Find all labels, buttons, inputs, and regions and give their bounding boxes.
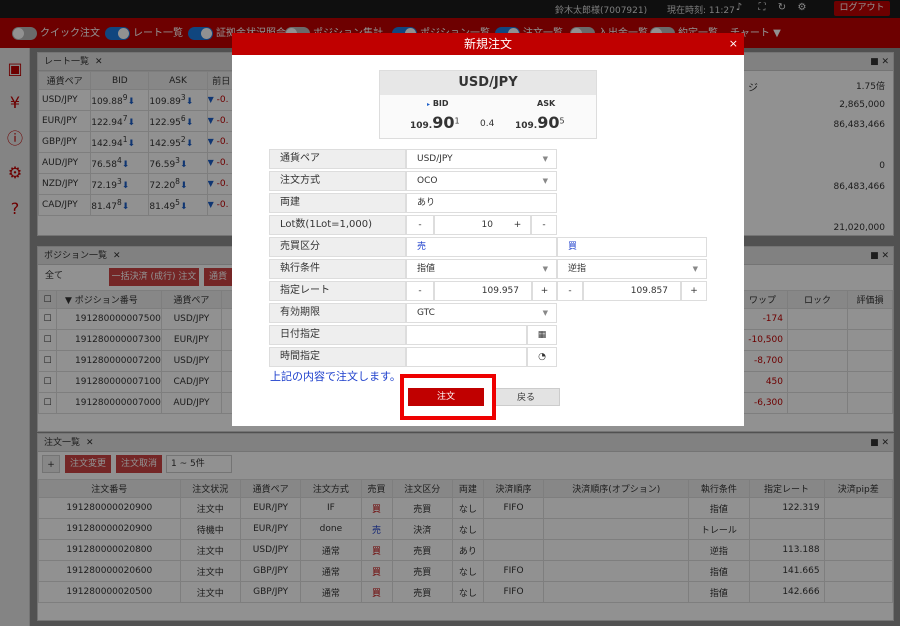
quote-box: USD/JPY ▸ BID ASK 109.901 0.4 109.905 [379,70,597,139]
condition-left-select[interactable]: 指値 ▼ [406,259,557,279]
field-label: 注文方式 [269,171,406,191]
caret-down-icon: ▼ [542,309,548,317]
row-currency-pair: 通貨ペア USD/JPY ▼ [269,149,557,169]
rate-right-minus-button[interactable]: - [557,281,583,301]
field-label: 日付指定 [269,325,406,345]
calendar-icon[interactable]: ▦ [527,325,557,345]
confirm-message: 上記の内容で注文します。 [270,370,401,383]
row-hedge: 両建 あり [269,193,557,213]
ask-price-big: 90 [537,113,560,132]
rate-left-plus-button[interactable]: + [532,281,557,301]
row-execution-condition: 執行条件 指値 ▼ 逆指 ▼ [269,259,707,279]
expiry-select[interactable]: GTC ▼ [406,303,557,323]
field-label: 指定レート [269,281,406,301]
currency-pair-select[interactable]: USD/JPY ▼ [406,149,557,169]
rate-left-minus-button[interactable]: - [406,281,434,301]
bid-price[interactable]: 109.901 [410,113,460,132]
rate-right-plus-button[interactable]: + [681,281,707,301]
field-label: 通貨ペア [269,149,406,169]
hedge-value[interactable]: あり [406,193,557,213]
date-input[interactable] [406,325,527,345]
bid-label-text: BID [432,99,449,108]
caret-down-icon: ▼ [542,265,548,273]
side-sell-option[interactable]: 売 [406,237,557,257]
ask-price-small: 109. [515,121,538,131]
field-label: 売買区分 [269,237,406,257]
order-method-select[interactable]: OCO ▼ [406,171,557,191]
lot-decrement-button[interactable]: - [531,215,557,235]
back-button[interactable]: 戻る [492,388,560,406]
field-label: 時間指定 [269,347,406,367]
spread-value: 0.4 [480,119,495,129]
select-value: OCO [417,176,438,186]
bid-price-sup: 1 [454,116,460,126]
ask-price[interactable]: 109.905 [515,113,565,132]
row-specified-rate: 指定レート - 109.957 + - 109.857 + [269,281,707,301]
row-time: 時間指定 ◔ [269,347,557,367]
field-label: 両建 [269,193,406,213]
highlight-box [400,374,496,420]
bid-marker-icon: ▸ [427,101,431,108]
row-expiry: 有効期限 GTC ▼ [269,303,557,323]
ask-price-sup: 5 [559,116,565,126]
select-value: 逆指 [568,264,587,274]
row-order-method: 注文方式 OCO ▼ [269,171,557,191]
lot-minus-button[interactable]: - [406,215,434,235]
new-order-dialog: 新規注文 × USD/JPY ▸ BID ASK 109.901 0.4 109.… [232,33,744,426]
lot-plus-button[interactable]: + [505,215,531,235]
row-date: 日付指定 ▦ [269,325,557,345]
rate-left-input[interactable]: 109.957 [434,281,532,301]
caret-down-icon: ▼ [542,177,548,185]
select-value: USD/JPY [417,154,453,164]
select-value: GTC [417,308,435,318]
condition-right-select[interactable]: 逆指 ▼ [557,259,707,279]
dialog-title: 新規注文 [463,37,512,51]
row-side: 売買区分 売 買 [269,237,707,257]
bid-price-small: 109. [410,121,433,131]
side-buy-option[interactable]: 買 [557,237,707,257]
field-label: 有効期限 [269,303,406,323]
quote-pair: USD/JPY [380,71,596,95]
row-lot: Lot数(1Lot=1,000) - 10 + - [269,215,557,235]
time-input[interactable] [406,347,527,367]
caret-down-icon: ▼ [692,265,698,273]
clock-icon[interactable]: ◔ [527,347,557,367]
ask-label: ASK [537,99,556,108]
select-value: 指値 [417,264,436,274]
field-label: 執行条件 [269,259,406,279]
bid-label: ▸ BID [427,99,449,108]
field-label: Lot数(1Lot=1,000) [269,215,406,235]
rate-right-input[interactable]: 109.857 [583,281,681,301]
bid-price-big: 90 [432,113,455,132]
caret-down-icon: ▼ [542,155,548,163]
dialog-header: 新規注文 × [232,33,744,55]
close-icon[interactable]: × [729,33,738,55]
